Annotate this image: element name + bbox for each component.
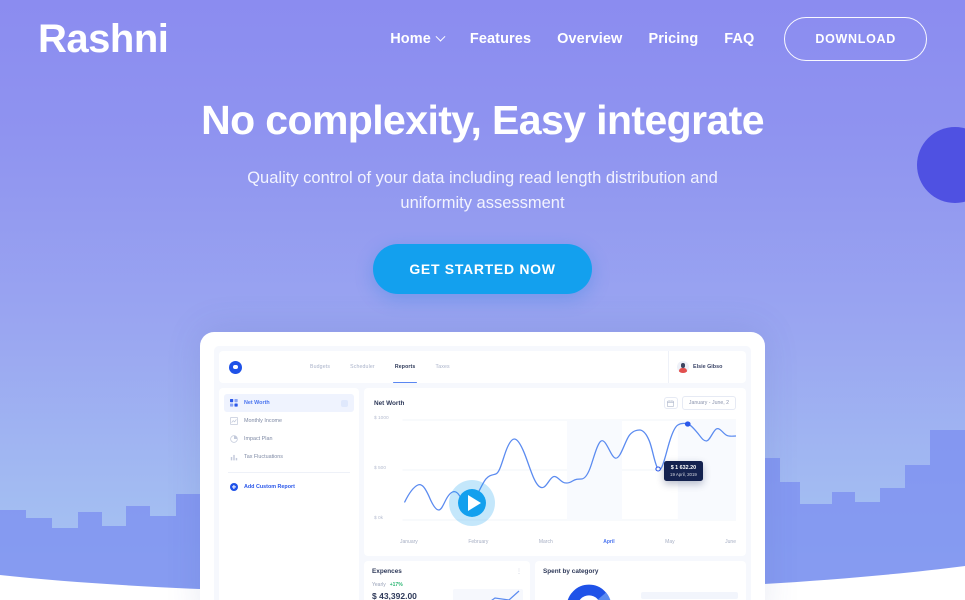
net-worth-title: Net Worth (374, 399, 405, 407)
download-button[interactable]: DOWNLOAD (784, 17, 927, 61)
chevron-down-icon (435, 31, 446, 42)
user-menu[interactable]: Elsie Gibso (668, 351, 746, 383)
net-worth-card: Net Worth January - June, 2 $ 1000 $ 500… (364, 388, 746, 556)
plus-icon (230, 483, 238, 491)
sidebar-label-impact-plan: Impact Plan (244, 436, 273, 442)
x-tick-may: May (665, 539, 675, 545)
expenses-sparkline-icon (453, 589, 523, 600)
hero-subtitle: Quality control of your data including r… (247, 169, 718, 213)
dashboard-logo-icon (229, 360, 242, 374)
hero-title: No complexity, Easy integrate (201, 97, 764, 143)
nav-link-faq[interactable]: FAQ (724, 31, 754, 47)
pie-chart-icon (230, 435, 238, 443)
dashboard-sidebar: Net Worth Monthly Income Impact Plan Tax… (219, 388, 359, 600)
net-worth-x-axis: January February March April May June (400, 539, 736, 545)
play-video-button[interactable] (449, 480, 495, 526)
sidebar-item-tax-fluctuations[interactable]: Tax Fluctuations (224, 448, 354, 466)
category-legend-row (641, 591, 738, 599)
sidebar-item-impact-plan[interactable]: Impact Plan (224, 430, 354, 448)
brand-logo[interactable]: Rashni (38, 19, 169, 59)
donut-chart-icon (566, 584, 612, 600)
chart-tooltip: $ 1 632.20 19 April, 2019 (664, 461, 703, 481)
x-tick-february: February (468, 539, 489, 545)
dashboard-tab-reports[interactable]: Reports (392, 351, 418, 384)
x-tick-march: March (538, 539, 553, 545)
landing-page: Rashni Home Features Overview Pricing FA… (0, 0, 965, 600)
hero-section: No complexity, Easy integrate Quality co… (0, 96, 965, 294)
bar-chart-icon (230, 454, 238, 461)
tooltip-date: 19 April, 2019 (670, 472, 697, 477)
dashboard-tab-scheduler[interactable]: Scheduler (350, 351, 375, 383)
y-tick-1000: $ 1000 (374, 416, 389, 421)
add-custom-report-button[interactable]: Add Custom Report (224, 479, 354, 495)
y-tick-0: $ 0k (374, 516, 384, 521)
net-worth-card-header: Net Worth January - June, 2 (374, 396, 736, 410)
y-tick-500: $ 500 (374, 466, 387, 471)
x-tick-january: January (400, 539, 418, 545)
expenses-change: +17% (389, 582, 403, 588)
dashboard-screen: Budgets Scheduler Reports Taxes Elsie Gi… (214, 346, 751, 600)
nav-link-pricing[interactable]: Pricing (648, 31, 698, 47)
sidebar-badge-icon (341, 399, 348, 407)
dashboard-tab-taxes[interactable]: Taxes (435, 351, 449, 383)
get-started-button[interactable]: GET STARTED NOW (373, 243, 592, 294)
nav-link-home[interactable]: Home (390, 31, 446, 47)
dashboard-bottom-cards: Expences ⋮ Yearly +17% $ 43,392.00 Spent… (364, 561, 746, 600)
sidebar-label-tax-fluctuations: Tax Fluctuations (244, 454, 283, 460)
category-donut-wrap (543, 579, 738, 600)
sidebar-label-monthly-income: Monthly Income (244, 418, 283, 424)
sidebar-label-net-worth: Net Worth (244, 400, 270, 406)
sidebar-divider (228, 472, 350, 473)
user-name: Elsie Gibso (693, 364, 723, 370)
dashboard-tabs: Budgets Scheduler Reports Taxes (310, 351, 450, 384)
dashboard-main: Net Worth January - June, 2 $ 1000 $ 500… (364, 388, 746, 600)
x-tick-june: June (725, 539, 736, 545)
tooltip-value: $ 1 632.20 (670, 465, 697, 471)
nav-link-overview[interactable]: Overview (557, 31, 622, 47)
sidebar-item-net-worth[interactable]: Net Worth (224, 394, 354, 412)
net-worth-plot: $ 1000 $ 500 $ 0k $ 1 632.20 19 April, 2… (374, 416, 736, 547)
calendar-button[interactable] (663, 397, 678, 409)
dashboard-topbar: Budgets Scheduler Reports Taxes Elsie Gi… (219, 351, 746, 384)
grid-icon (230, 399, 238, 407)
calendar-icon (667, 399, 675, 407)
date-range-selector[interactable]: January - June, 2 (681, 396, 736, 410)
nav-link-home-label: Home (390, 31, 431, 47)
net-worth-controls: January - June, 2 (663, 396, 736, 410)
top-navigation: Rashni Home Features Overview Pricing FA… (0, 0, 965, 78)
nav-links: Home Features Overview Pricing FAQ (390, 31, 754, 47)
add-custom-report-label: Add Custom Report (244, 484, 295, 490)
avatar (677, 361, 689, 373)
line-chart-icon (230, 417, 238, 425)
expenses-meta: Yearly +17% (372, 582, 522, 588)
device-mockup: Budgets Scheduler Reports Taxes Elsie Gi… (200, 332, 765, 600)
sidebar-item-monthly-income[interactable]: Monthly Income (224, 412, 354, 430)
dashboard-tab-budgets[interactable]: Budgets (310, 351, 330, 383)
spent-by-category-title: Spent by category (543, 568, 599, 575)
spent-by-category-card: Spent by category (535, 561, 746, 600)
expenses-card: Expences ⋮ Yearly +17% $ 43,392.00 (364, 561, 530, 600)
expenses-period: Yearly (372, 582, 386, 588)
x-tick-april: April (603, 539, 615, 545)
expenses-title: Expences (372, 568, 402, 575)
nav-link-features[interactable]: Features (470, 31, 531, 47)
expenses-more-icon[interactable]: ⋮ (516, 568, 523, 575)
